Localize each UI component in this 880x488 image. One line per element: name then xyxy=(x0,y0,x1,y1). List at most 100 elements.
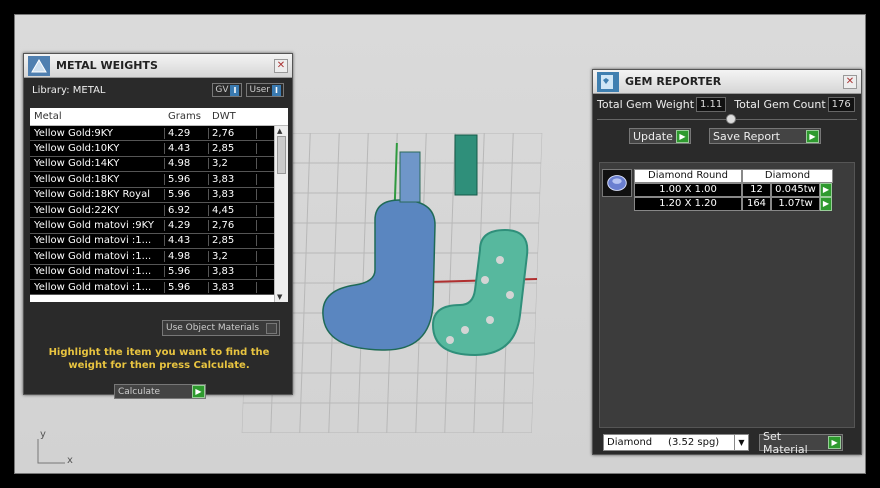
table-row[interactable]: Yellow Gold matovi :1... 5.96 3,83 xyxy=(30,279,288,296)
table-row[interactable]: Yellow Gold:14KY 4.98 3,2 xyxy=(30,156,288,173)
axis-gizmo xyxy=(37,439,65,464)
table-row[interactable]: Yellow Gold:22KY 6.92 4,45 xyxy=(30,202,288,219)
play-arrow-icon[interactable]: ▶ xyxy=(806,129,819,143)
gv-toggle[interactable]: GV I xyxy=(212,83,243,97)
save-report-label: Save Report xyxy=(713,129,780,143)
play-arrow-icon[interactable]: ▶ xyxy=(820,197,832,211)
grams-cell: 5.96 xyxy=(165,189,209,201)
metal-name-cell: Yellow Gold:22KY xyxy=(30,204,165,216)
table-row[interactable]: Yellow Gold matovi :9KY 4.29 2,76 xyxy=(30,218,288,234)
scroll-down-icon[interactable]: ▼ xyxy=(277,293,282,301)
column-metal[interactable]: Metal xyxy=(30,111,165,122)
metal-table-header: Metal Grams DWT xyxy=(30,108,288,126)
grams-cell: 4.29 xyxy=(165,220,209,232)
use-object-materials-label: Use Object Materials xyxy=(166,323,260,333)
dwt-cell: 3,83 xyxy=(209,189,257,201)
axis-x-label: x xyxy=(67,455,73,466)
dwt-cell: 3,83 xyxy=(209,266,257,278)
toggle-glyph: I xyxy=(230,84,240,96)
close-icon[interactable]: ✕ xyxy=(843,74,857,89)
gem-count-cell: 12 xyxy=(742,183,771,197)
gem-reporter-title: GEM REPORTER xyxy=(625,75,722,88)
column-dwt[interactable]: DWT xyxy=(209,111,257,122)
gem-row[interactable]: 1.00 X 1.00 12 0.045tw ▶ xyxy=(634,183,848,197)
metal-table-scrollbar[interactable]: ▲ ▼ xyxy=(274,126,288,302)
metal-name-cell: Yellow Gold:10KY xyxy=(30,143,165,155)
gem-table: Diamond Round Diamond 1.00 X 1.00 12 0.045… xyxy=(634,169,848,211)
gem-row[interactable]: 1.20 X 1.20 164 1.07tw ▶ xyxy=(634,197,848,211)
total-gem-weight-value: 1.11 xyxy=(696,96,727,112)
metal-name-cell: Yellow Gold:14KY xyxy=(30,158,165,170)
gem-size-cell: 1.20 X 1.20 xyxy=(634,197,742,211)
gem-reporter-panel: GEM REPORTER ✕ Total Gem Weight 1.11 Tot… xyxy=(592,69,862,456)
grams-cell: 4.43 xyxy=(165,143,209,155)
metal-name-cell: Yellow Gold matovi :1... xyxy=(30,235,165,247)
checkbox-icon[interactable] xyxy=(266,322,277,334)
table-row[interactable]: Yellow Gold:18KY Royal 5.96 3,83 xyxy=(30,187,288,203)
library-label: Library: METAL xyxy=(32,84,106,96)
jewelry-models[interactable] xyxy=(315,130,545,370)
user-label: User xyxy=(249,85,270,95)
table-row[interactable]: Yellow Gold matovi :1... 4.43 2,85 xyxy=(30,233,288,250)
gem-size-cell: 1.00 X 1.00 xyxy=(634,183,742,197)
chevron-down-icon[interactable]: ▼ xyxy=(734,435,748,450)
material-select[interactable]: Diamond (3.52 spg) ▼ xyxy=(603,434,749,451)
scroll-thumb[interactable] xyxy=(277,136,286,174)
dwt-cell: 3,83 xyxy=(209,281,257,293)
gem-report-icon xyxy=(597,71,619,92)
dwt-cell: 2,85 xyxy=(209,235,257,247)
play-arrow-icon[interactable]: ▶ xyxy=(820,183,832,197)
metal-name-cell: Yellow Gold:18KY xyxy=(30,173,165,185)
table-row[interactable]: Yellow Gold:9KY 4.29 2,76 xyxy=(30,126,288,142)
metal-name-cell: Yellow Gold:18KY Royal xyxy=(30,189,165,201)
save-report-button[interactable]: Save Report ▶ xyxy=(709,128,821,144)
grams-cell: 4.29 xyxy=(165,127,209,139)
metal-name-cell: Yellow Gold matovi :1... xyxy=(30,281,165,293)
play-arrow-icon[interactable]: ▶ xyxy=(192,385,205,398)
gem-shape-header: Diamond Round xyxy=(634,169,742,183)
metal-name-cell: Yellow Gold matovi :1... xyxy=(30,266,165,278)
set-material-label: Set Material xyxy=(763,429,808,456)
set-material-button[interactable]: Set Material ▶ xyxy=(759,430,843,456)
grams-cell: 5.96 xyxy=(165,266,209,278)
update-button[interactable]: Update ▶ xyxy=(629,128,691,144)
metal-weights-panel: METAL WEIGHTS ✕ Library: METAL GV I User I… xyxy=(23,53,293,399)
grams-cell: 4.98 xyxy=(165,250,209,262)
panel-divider xyxy=(597,114,857,124)
close-icon[interactable]: ✕ xyxy=(274,58,288,73)
total-gem-weight-label: Total Gem Weight xyxy=(597,97,695,111)
update-label: Update xyxy=(633,129,673,143)
table-row[interactable]: Yellow Gold matovi :1... 5.96 3,83 xyxy=(30,264,288,280)
dwt-cell: 4,45 xyxy=(209,204,257,216)
grams-cell: 4.43 xyxy=(165,235,209,247)
grams-cell: 6.92 xyxy=(165,204,209,216)
metal-table: Metal Grams DWT Yellow Gold:9KY 4.29 2,76 Y… xyxy=(30,108,288,302)
table-row[interactable]: Yellow Gold:10KY 4.43 2,85 xyxy=(30,141,288,157)
dwt-cell: 2,76 xyxy=(209,127,257,139)
gv-label: GV xyxy=(215,85,229,95)
table-row[interactable]: Yellow Gold:18KY 5.96 3,83 xyxy=(30,172,288,188)
collapse-handle-icon[interactable] xyxy=(726,114,736,124)
gem-weight-cell: 1.07tw xyxy=(771,197,820,211)
instruction-hint: Highlight the item you want to find the … xyxy=(48,347,270,371)
grams-cell: 4.98 xyxy=(165,158,209,170)
round-diamond-icon xyxy=(602,169,632,197)
play-arrow-icon[interactable]: ▶ xyxy=(676,129,689,143)
calculate-button[interactable]: Calculate ▶ xyxy=(114,384,206,399)
gem-reporter-titlebar[interactable]: GEM REPORTER ✕ xyxy=(593,70,861,94)
application-frame: y x METAL WEIGHTS ✕ Library: METAL GV I U… xyxy=(14,14,866,474)
grams-cell: 5.96 xyxy=(165,173,209,185)
metal-name-cell: Yellow Gold matovi :9KY xyxy=(30,220,165,232)
toggle-glyph: I xyxy=(272,84,281,96)
use-object-materials-checkbox[interactable]: Use Object Materials xyxy=(162,320,280,336)
dwt-cell: 3,2 xyxy=(209,250,257,262)
total-gem-count-value: 176 xyxy=(827,96,855,112)
metal-name-cell: Yellow Gold matovi :1... xyxy=(30,250,165,262)
metal-weights-titlebar[interactable]: METAL WEIGHTS ✕ xyxy=(24,54,292,78)
column-grams[interactable]: Grams xyxy=(165,111,209,122)
play-arrow-icon[interactable]: ▶ xyxy=(828,436,841,449)
user-toggle[interactable]: User I xyxy=(246,83,284,97)
metal-name-cell: Yellow Gold:9KY xyxy=(30,127,165,139)
table-row[interactable]: Yellow Gold matovi :1... 4.98 3,2 xyxy=(30,249,288,265)
scroll-up-icon[interactable]: ▲ xyxy=(277,127,282,135)
